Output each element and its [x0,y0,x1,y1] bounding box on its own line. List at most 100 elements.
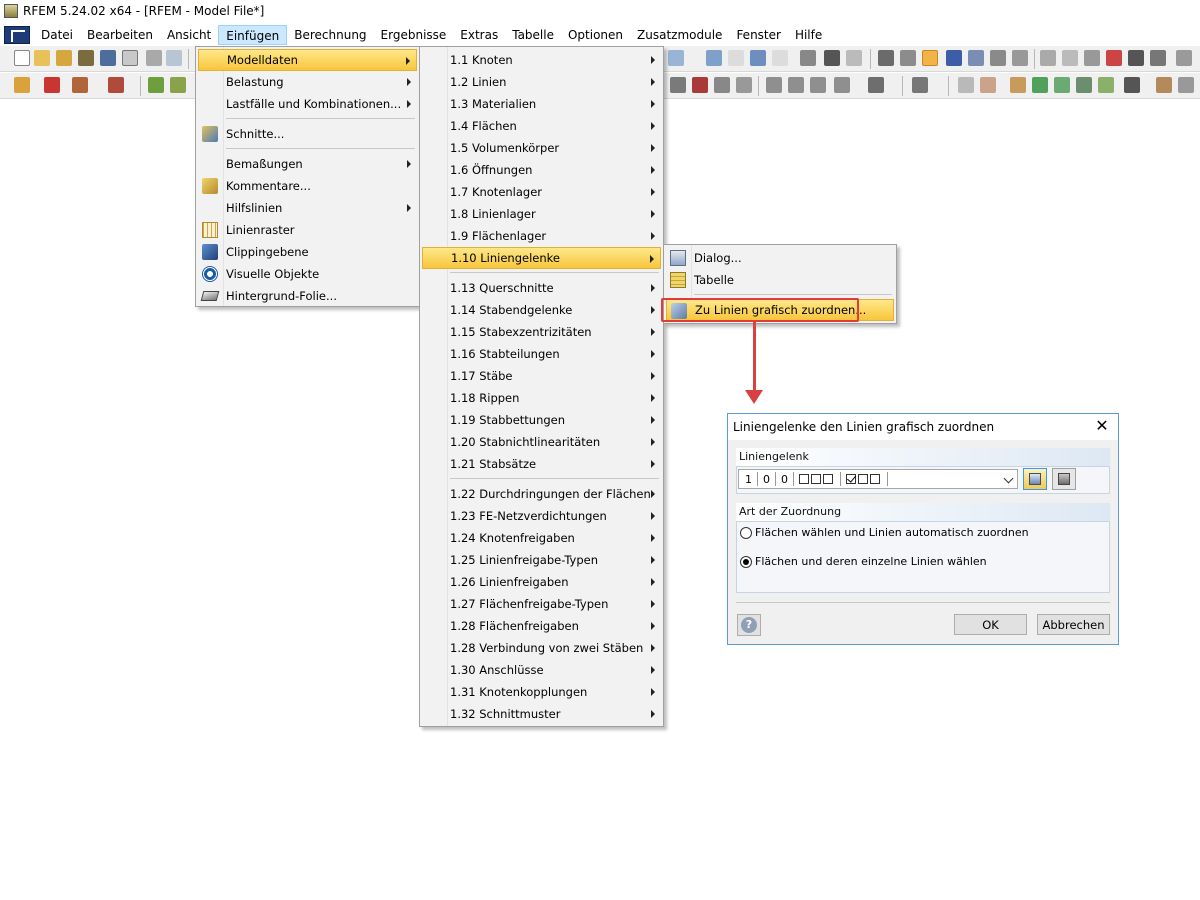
menu-berechnung[interactable]: Berechnung [287,25,373,45]
tool-p-icon[interactable] [1178,77,1194,93]
print-preview-icon[interactable] [166,50,182,66]
menu-item-stabbettungen[interactable]: 1.19 Stabbettungen [422,409,661,431]
menu-item-stabnichtlinearitaeten[interactable]: 1.20 Stabnichtlinearitäten [422,431,661,453]
tool-o-icon[interactable] [1156,77,1172,93]
menu-item-knoten[interactable]: 1.1 Knoten [422,49,661,71]
menu-item-belastung[interactable]: Belastung [198,71,417,93]
snap-guide-icon[interactable] [1012,50,1028,66]
help-button[interactable]: ? [737,614,761,636]
zoom-all-icon[interactable] [692,77,708,93]
snap-active-icon[interactable] [922,50,938,66]
menu-item-hintergrund-folie[interactable]: Hintergrund-Folie... [198,285,417,307]
menu-item-linienlager[interactable]: 1.8 Linienlager [422,203,661,225]
radio-select-individual-lines[interactable] [740,556,752,568]
menu-item-kommentare[interactable]: Kommentare... [198,175,417,197]
tool-d-icon[interactable] [1128,50,1144,66]
tool-n-icon[interactable] [1124,77,1140,93]
member-icon[interactable] [148,77,164,93]
menu-item-hilfslinien[interactable]: Hilfslinien [198,197,417,219]
menu-item-liniengelenke[interactable]: 1.10 Liniengelenke [422,247,661,269]
model-icon[interactable] [78,50,94,66]
polyline-icon[interactable] [72,77,88,93]
menu-item-modelldaten[interactable]: Modelldaten [198,49,417,71]
view-z-icon[interactable] [810,77,826,93]
snap-line-icon[interactable] [990,50,1006,66]
menu-item-knotenkopplungen[interactable]: 1.31 Knotenkopplungen [422,681,661,703]
view-x-icon[interactable] [766,77,782,93]
zoom-icon[interactable] [670,77,686,93]
view-iso-icon[interactable] [736,77,752,93]
menu-item-durchdringungen[interactable]: 1.22 Durchdringungen der Flächen [422,483,661,505]
menu-item-verbindung-zwei-staeben[interactable]: 1.28 Verbindung von zwei Stäben [422,637,661,659]
menu-item-oeffnungen[interactable]: 1.6 Öffnungen [422,159,661,181]
snap-node-icon[interactable] [946,50,962,66]
close-icon[interactable]: ✕ [1094,418,1110,434]
tool-c-icon[interactable] [1084,50,1100,66]
ok-button[interactable]: OK [954,614,1027,635]
menu-item-stabsaetze[interactable]: 1.21 Stabsätze [422,453,661,475]
radio-auto-assign[interactable] [740,527,752,539]
delete-icon[interactable] [1106,50,1122,66]
menu-item-querschnitte[interactable]: 1.13 Querschnitte [422,277,661,299]
menu-item-linienfreigabe-typen[interactable]: 1.25 Linienfreigabe-Typen [422,549,661,571]
grid-view-icon[interactable] [800,50,816,66]
menu-item-clippingebene[interactable]: Clippingebene [198,241,417,263]
mesh-icon[interactable] [878,50,894,66]
tool-m-icon[interactable] [1098,77,1114,93]
save-icon[interactable] [100,50,116,66]
open-file-icon[interactable] [34,50,50,66]
tool-j-icon[interactable] [1032,77,1048,93]
pin-icon[interactable] [706,50,722,66]
menu-item-stabendgelenke[interactable]: 1.14 Stabendgelenke [422,299,661,321]
render-icon[interactable] [824,50,840,66]
menu-item-dialog[interactable]: Dialog... [666,247,894,269]
print-icon[interactable] [146,50,162,66]
menu-item-flaechenfreigaben[interactable]: 1.28 Flächenfreigaben [422,615,661,637]
tool-k-icon[interactable] [1054,77,1070,93]
tool-b-icon[interactable] [1062,50,1078,66]
menu-item-flaechen[interactable]: 1.4 Flächen [422,115,661,137]
node-icon[interactable] [14,77,30,93]
menu-item-lastfaelle[interactable]: Lastfälle und Kombinationen... [198,93,417,115]
dimension-icon[interactable] [728,50,744,66]
menu-bearbeiten[interactable]: Bearbeiten [80,25,160,45]
menu-optionen[interactable]: Optionen [561,25,630,45]
snap-object-icon[interactable] [968,50,984,66]
menu-item-knotenfreigaben[interactable]: 1.24 Knotenfreigaben [422,527,661,549]
cancel-button[interactable]: Abbrechen [1037,614,1110,635]
menu-item-volumenkoerper[interactable]: 1.5 Volumenkörper [422,137,661,159]
back-icon[interactable] [668,50,684,66]
tool-e-icon[interactable] [1150,50,1166,66]
tool-h-icon[interactable] [980,77,996,93]
menu-hilfe[interactable]: Hilfe [788,25,829,45]
tool-a-icon[interactable] [1040,50,1056,66]
menu-ansicht[interactable]: Ansicht [160,25,218,45]
edit-line-hinge-button[interactable] [1052,468,1076,490]
view-icon[interactable] [750,50,766,66]
menu-item-bemassungen[interactable]: Bemaßungen [198,153,417,175]
view-3d-icon[interactable] [714,77,730,93]
menu-item-fe-netzverdichtungen[interactable]: 1.23 FE-Netzverdichtungen [422,505,661,527]
display-icon[interactable] [868,77,884,93]
menu-item-linienfreigaben[interactable]: 1.26 Linienfreigaben [422,571,661,593]
menu-item-linien[interactable]: 1.2 Linien [422,71,661,93]
notes-icon[interactable] [122,50,138,66]
menu-zusatzmodule[interactable]: Zusatzmodule [630,25,729,45]
tool-f-icon[interactable] [1176,50,1192,66]
menu-datei[interactable]: Datei [34,25,80,45]
radio-auto-assign-label[interactable]: Flächen wählen und Linien automatisch zu… [755,526,1029,539]
menu-einfuegen[interactable]: Einfügen [218,25,288,45]
radio-select-individual-lines-label[interactable]: Flächen und deren einzelne Linien wählen [755,555,987,568]
support-icon[interactable] [170,77,186,93]
open-project-icon[interactable] [56,50,72,66]
menu-item-schnitte[interactable]: Schnitte... [198,123,417,145]
tool-i-icon[interactable] [1010,77,1026,93]
document-window-icon[interactable] [4,26,30,44]
menu-ergebnisse[interactable]: Ergebnisse [374,25,454,45]
menu-item-tabelle[interactable]: Tabelle [666,269,894,291]
menu-item-rippen[interactable]: 1.18 Rippen [422,387,661,409]
menu-item-stabteilungen[interactable]: 1.16 Stabteilungen [422,343,661,365]
menu-item-materialien[interactable]: 1.3 Materialien [422,93,661,115]
tool-g-icon[interactable] [958,77,974,93]
snap-grid-icon[interactable] [900,50,916,66]
